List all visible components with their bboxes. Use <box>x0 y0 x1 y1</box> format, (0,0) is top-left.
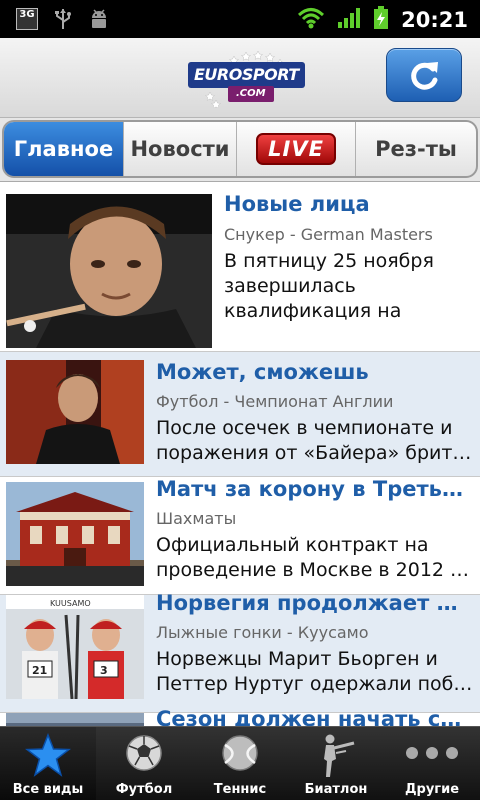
article-photo <box>6 194 212 348</box>
article-photo <box>6 713 144 726</box>
network-3g-icon: 3G <box>16 8 38 30</box>
article-summary: В пятницу 25 ноября завершилась квалифик… <box>224 250 434 322</box>
android-debug-icon <box>88 8 110 30</box>
article-title[interactable]: Новые лица <box>224 192 472 216</box>
svg-text:3: 3 <box>100 664 108 677</box>
nav-biathlon[interactable]: Биатлон <box>288 727 384 800</box>
news-list: Новые лица Снукер - German Masters В пят… <box>0 182 480 726</box>
live-badge: LIVE <box>256 133 336 165</box>
signal-strength-icon <box>337 7 361 33</box>
nav-label: Другие <box>404 782 460 797</box>
refresh-icon <box>411 62 438 90</box>
article-summary: Норвежцы Марит Бьорген и Петтер Нуртуг о… <box>156 648 474 695</box>
eurosport-logo: EUROSPORT .COM <box>188 50 305 109</box>
nav-other[interactable]: Другие <box>384 727 480 800</box>
logo-domain: .COM <box>228 86 274 102</box>
article-title[interactable]: Матч за корону в Треть… <box>156 477 472 501</box>
section-tabs: Главное Новости LIVE Рез-ты <box>0 118 480 182</box>
photo-sign-text: KUUSAMO <box>50 599 91 608</box>
usb-icon <box>52 8 74 30</box>
nav-all-sports[interactable]: Все виды <box>0 727 96 800</box>
article-summary: Официальный контракт на проведение в Мос… <box>156 534 470 581</box>
article-photo <box>6 360 144 464</box>
article-summary: После осечек в чемпионате и поражения от… <box>156 417 472 464</box>
tab-results[interactable]: Рез-ты <box>356 122 476 176</box>
list-item[interactable]: Новые лица Снукер - German Masters В пят… <box>0 182 480 352</box>
refresh-button[interactable] <box>386 48 462 102</box>
list-item[interactable]: Сезон должен начать с… <box>0 707 480 726</box>
nav-label: Футбол <box>115 782 173 797</box>
article-category: Снукер - German Masters <box>224 225 433 244</box>
article-category: Лыжные гонки - Куусамо <box>156 623 369 642</box>
article-title[interactable]: Норвегия продолжает … <box>156 591 472 615</box>
nav-label: Биатлон <box>304 782 368 797</box>
bottom-navigation: Все виды Футбол Теннис Биатлон Другие <box>0 726 480 800</box>
article-category: Футбол - Чемпионат Англии <box>156 392 394 411</box>
tab-main[interactable]: Главное <box>4 122 124 176</box>
logo-wordmark: EUROSPORT <box>188 62 305 88</box>
article-title[interactable]: Сезон должен начать с… <box>156 707 472 726</box>
nav-label: Все виды <box>12 782 84 797</box>
svg-text:21: 21 <box>32 664 47 677</box>
tab-news[interactable]: Новости <box>124 122 238 176</box>
tennis-ball-icon <box>220 733 260 777</box>
more-dots-icon <box>402 733 462 777</box>
status-bar: 3G 20:21 <box>0 0 480 38</box>
battery-charging-icon <box>373 6 389 34</box>
clock: 20:21 <box>401 8 468 32</box>
biathlon-icon <box>316 733 356 783</box>
article-photo <box>6 482 144 586</box>
tab-live[interactable]: LIVE <box>237 122 357 176</box>
list-item[interactable]: Может, сможешь Футбол - Чемпионат Англии… <box>0 352 480 477</box>
wifi-icon <box>297 7 325 33</box>
soccer-ball-icon <box>124 733 164 777</box>
nav-football[interactable]: Футбол <box>96 727 192 800</box>
star-icon <box>24 732 72 781</box>
list-item[interactable]: KUUSAMO 21 3 Норвегия продолжает … Лыжны… <box>0 591 480 713</box>
nav-tennis[interactable]: Теннис <box>192 727 288 800</box>
list-item[interactable]: Матч за корону в Треть… Шахматы Официаль… <box>0 477 480 595</box>
article-photo: KUUSAMO 21 3 <box>6 595 144 699</box>
nav-label: Теннис <box>213 782 267 797</box>
article-category: Шахматы <box>156 509 237 528</box>
app-header: EUROSPORT .COM <box>0 38 480 118</box>
article-title[interactable]: Может, сможешь <box>156 360 472 384</box>
